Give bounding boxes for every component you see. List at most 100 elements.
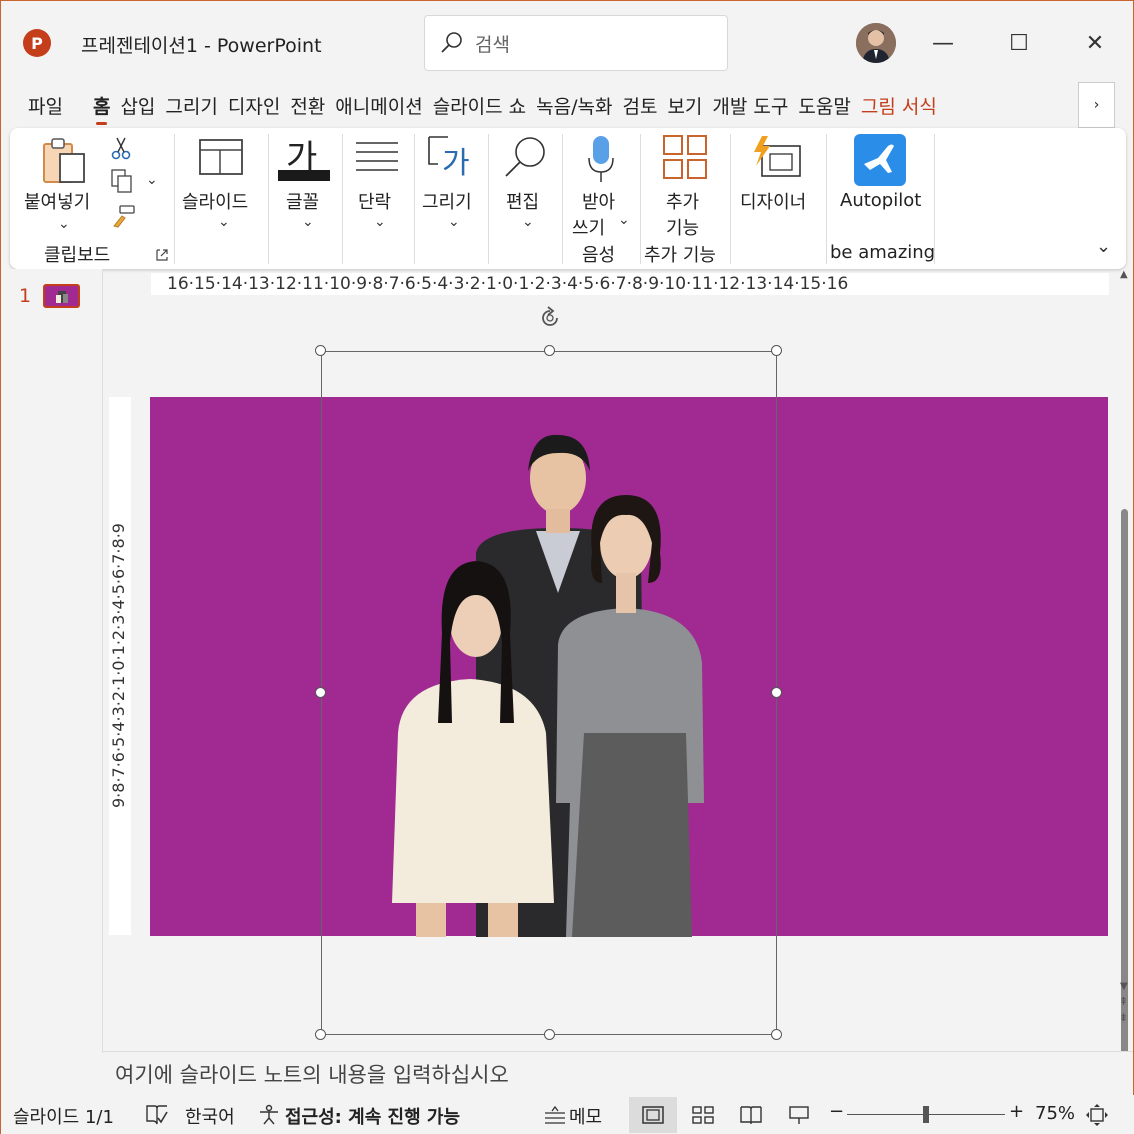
draw-button[interactable]: 그리기: [422, 188, 472, 214]
language-label[interactable]: 한국어: [185, 1103, 235, 1129]
close-button[interactable]: ✕: [1073, 23, 1117, 63]
notes-pane[interactable]: 여기에 슬라이드 노트의 내용을 입력하십시오: [103, 1051, 1133, 1095]
designer-button[interactable]: 디자이너: [740, 188, 806, 214]
tab-home[interactable]: 홈: [88, 92, 115, 125]
notes-toggle[interactable]: 메모: [569, 1103, 602, 1129]
tab-slideshow[interactable]: 슬라이드 쇼: [428, 92, 531, 119]
normal-view-icon: [642, 1106, 664, 1124]
tab-view[interactable]: 보기: [662, 92, 707, 119]
user-avatar[interactable]: [856, 23, 896, 63]
dialog-launcher-icon[interactable]: [156, 246, 168, 265]
resize-handle-top[interactable]: [544, 345, 555, 356]
format-painter-icon[interactable]: [110, 204, 136, 232]
font-color-bar: [278, 170, 330, 181]
paragraph-icon: [354, 140, 400, 178]
tab-picture-format[interactable]: 그림 서식: [856, 92, 942, 119]
add-ins-label-2[interactable]: 기능: [666, 214, 699, 240]
copy-dropdown-icon[interactable]: ⌄: [146, 172, 158, 188]
tab-draw[interactable]: 그리기: [160, 92, 222, 119]
edit-search-icon: [502, 134, 548, 184]
tab-file[interactable]: 파일: [23, 92, 68, 119]
picture-selection-frame[interactable]: [321, 351, 777, 1035]
zoom-level[interactable]: 75%: [1035, 1103, 1075, 1124]
tab-transitions[interactable]: 전환: [285, 92, 330, 119]
search-icon: [439, 30, 465, 60]
slide-count[interactable]: 슬라이드 1/1: [13, 1103, 114, 1129]
vertical-ruler: 9·8·7·6·5·4·3·2·1·0·1·2·3·4·5·6·7·8·9: [109, 397, 131, 935]
resize-handle-top-left[interactable]: [315, 345, 326, 356]
voice-group-label: 음성: [582, 245, 616, 266]
slide-button[interactable]: 슬라이드: [182, 188, 248, 214]
spellcheck-icon[interactable]: [145, 1104, 169, 1130]
resize-handle-right[interactable]: [771, 687, 782, 698]
slideshow-icon[interactable]: [787, 1105, 811, 1129]
tab-developer[interactable]: 개발 도구: [707, 92, 793, 119]
maximize-button[interactable]: ☐: [997, 23, 1041, 63]
rotate-handle-icon[interactable]: [537, 305, 563, 335]
reading-view-icon[interactable]: [739, 1105, 763, 1129]
autopilot-icon: [854, 134, 906, 186]
status-bar: 슬라이드 1/1 한국어 접근성: 계속 진행 가능 메모 − + 75%: [1, 1095, 1134, 1134]
tab-scroll-right-button[interactable]: ›: [1078, 82, 1115, 128]
next-slide-icon[interactable]: ⇟: [1119, 1012, 1128, 1023]
dictate-label-1[interactable]: 받아: [582, 188, 615, 214]
vertical-scrollbar[interactable]: [1119, 269, 1131, 1119]
zoom-in-button[interactable]: +: [1009, 1101, 1024, 1122]
draw-glyph: 가: [442, 146, 470, 181]
font-button[interactable]: 글꼴: [286, 188, 319, 214]
zoom-slider-thumb[interactable]: [923, 1106, 929, 1123]
add-ins-label-1[interactable]: 추가: [666, 188, 699, 214]
draw-dropdown-icon[interactable]: ⌄: [448, 214, 460, 230]
minimize-button[interactable]: —: [921, 23, 965, 63]
paste-dropdown-icon[interactable]: ⌄: [58, 216, 70, 232]
search-box[interactable]: 검색: [424, 15, 728, 71]
tab-animations[interactable]: 애니메이션: [330, 92, 427, 119]
autopilot-group-label: be amazing: [830, 242, 936, 263]
search-placeholder: 검색: [475, 34, 510, 56]
zoom-out-button[interactable]: −: [829, 1101, 844, 1122]
vertical-ruler-labels: 9·8·7·6·5·4·3·2·1·0·1·2·3·4·5·6·7·8·9: [109, 523, 128, 809]
font-dropdown-icon[interactable]: ⌄: [302, 214, 314, 230]
paragraph-dropdown-icon[interactable]: ⌄: [374, 214, 386, 230]
tab-review[interactable]: 검토: [617, 92, 662, 119]
accessibility-status[interactable]: 접근성: 계속 진행 가능: [285, 1103, 460, 1129]
copy-icon[interactable]: [110, 168, 134, 198]
powerpoint-logo: P: [23, 29, 51, 57]
slide-sorter-icon[interactable]: [691, 1105, 715, 1129]
scroll-down-icon[interactable]: ▼: [1120, 981, 1128, 992]
notes-icon[interactable]: [543, 1105, 567, 1129]
horizontal-ruler-labels: 16·15·14·13·12·11·10·9·8·7·6·5·4·3·2·1·0…: [167, 274, 849, 294]
paste-button[interactable]: 붙여넣기: [24, 188, 90, 214]
normal-view-button[interactable]: [629, 1097, 677, 1133]
fit-to-window-icon[interactable]: [1085, 1103, 1109, 1131]
slide-layout-icon: [198, 138, 244, 180]
resize-handle-bottom[interactable]: [544, 1029, 555, 1040]
slide-dropdown-icon[interactable]: ⌄: [218, 214, 230, 230]
scrollbar-thumb[interactable]: [1121, 509, 1128, 1119]
autopilot-button[interactable]: Autopilot: [840, 190, 921, 211]
accessibility-icon[interactable]: [257, 1104, 281, 1130]
clipboard-group-label: 클립보드: [44, 245, 111, 266]
scroll-up-icon[interactable]: ▲: [1120, 269, 1128, 280]
horizontal-ruler: 16·15·14·13·12·11·10·9·8·7·6·5·4·3·2·1·0…: [151, 273, 1109, 295]
resize-handle-bottom-right[interactable]: [771, 1029, 782, 1040]
tab-insert[interactable]: 삽입: [115, 92, 160, 119]
cut-icon[interactable]: [110, 136, 132, 164]
tab-record[interactable]: 녹음/녹화: [531, 92, 617, 119]
edit-dropdown-icon[interactable]: ⌄: [522, 214, 534, 230]
previous-slide-icon[interactable]: ⇞: [1119, 996, 1128, 1007]
resize-handle-bottom-left[interactable]: [315, 1029, 326, 1040]
resize-handle-left[interactable]: [315, 687, 326, 698]
tab-design[interactable]: 디자인: [223, 92, 285, 119]
paragraph-button[interactable]: 단락: [358, 188, 391, 214]
dictate-label-2[interactable]: 쓰기: [572, 214, 605, 240]
resize-handle-top-right[interactable]: [771, 345, 782, 356]
slide-thumbnail-pane: [1, 269, 103, 1053]
ribbon-collapse-icon[interactable]: ⌄: [1096, 236, 1111, 257]
ribbon: 붙여넣기 ⌄ ⌄ 클립보드 슬라이드 ⌄ 가 글꼴 ⌄ 단락 ⌄ 가 그리기 ⌄…: [10, 128, 1126, 269]
designer-icon: [750, 134, 802, 184]
tab-help[interactable]: 도움말: [793, 92, 855, 119]
edit-button[interactable]: 편집: [506, 188, 539, 214]
dictate-dropdown-icon[interactable]: ⌄: [618, 212, 630, 228]
slide-thumbnail[interactable]: [43, 284, 80, 308]
